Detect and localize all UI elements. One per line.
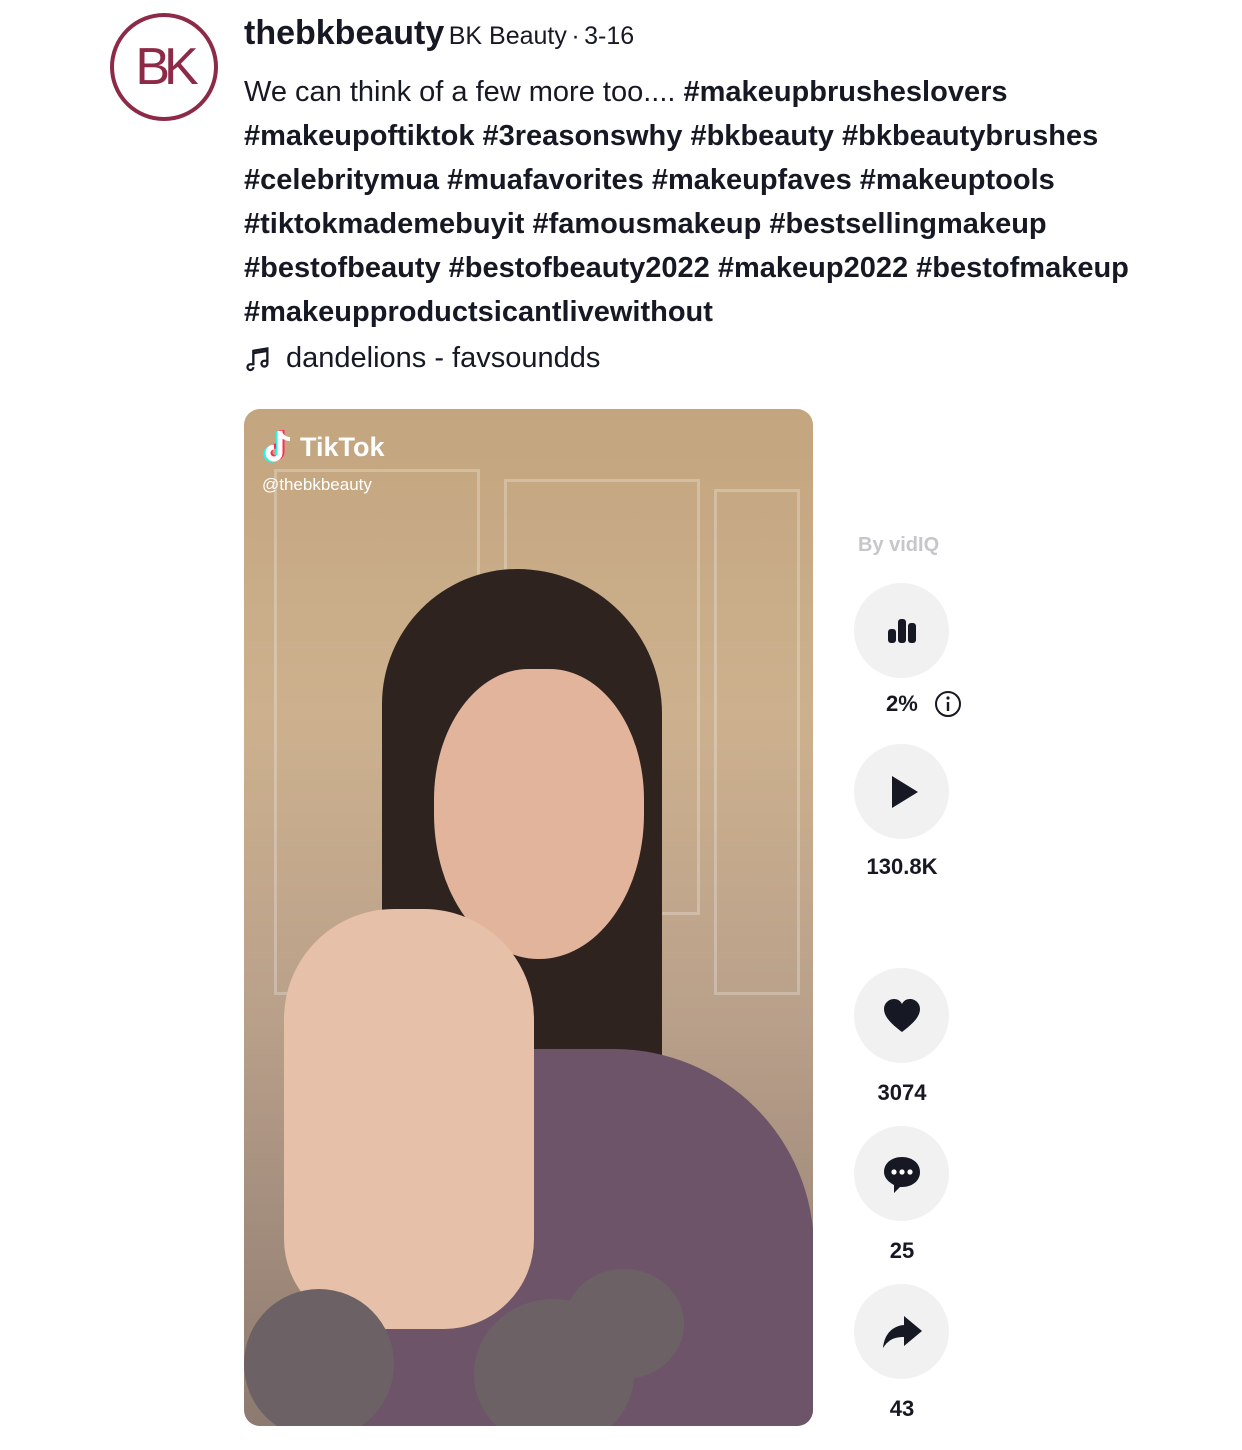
watermark-handle: @thebkbeauty xyxy=(262,475,372,494)
music-link[interactable]: dandelions - favsoundds xyxy=(244,342,600,375)
like-button[interactable] xyxy=(854,968,949,1063)
hashtag-link[interactable]: #tiktokmademebuyit xyxy=(244,208,524,240)
share-arrow-icon xyxy=(882,1315,922,1348)
play-count: 130.8K xyxy=(866,854,938,879)
video-subject-face xyxy=(434,669,644,959)
hashtag-link[interactable]: #makeupproductsicantlivewithout xyxy=(244,296,713,328)
heart-icon xyxy=(883,998,920,1032)
hashtag-link[interactable]: #makeup2022 xyxy=(718,252,908,284)
separator-dot: · xyxy=(571,22,580,50)
watermark-brand: TikTok xyxy=(300,431,385,462)
username-link[interactable]: thebkbeauty xyxy=(244,14,444,52)
play-count-button[interactable] xyxy=(854,744,949,839)
bar-chart-icon xyxy=(887,618,916,643)
hashtag-link[interactable]: #bkbeauty xyxy=(690,120,833,152)
makeup-brush xyxy=(244,1289,394,1426)
stats-button[interactable] xyxy=(854,583,949,678)
share-count: 43 xyxy=(889,1396,915,1421)
hashtag-link[interactable]: #bestofbeauty xyxy=(244,252,441,284)
caption-text: We can think of a few more too.... xyxy=(244,76,676,108)
avatar[interactable]: BK xyxy=(110,13,218,121)
post-caption: We can think of a few more too.... #make… xyxy=(244,70,1214,334)
comment-button[interactable] xyxy=(854,1126,949,1221)
hashtag-link[interactable]: #3reasonswhy xyxy=(483,120,683,152)
avatar-logo-text: BK xyxy=(135,38,198,96)
nickname: BK Beauty xyxy=(448,22,567,50)
comment-icon xyxy=(883,1156,920,1193)
hashtag-link[interactable]: #makeupoftiktok xyxy=(244,120,474,152)
play-icon xyxy=(891,775,918,808)
hashtag-link[interactable]: #makeuptools xyxy=(860,164,1055,196)
wall-panel xyxy=(714,489,800,995)
hashtag-link[interactable]: #makeupfaves xyxy=(652,164,852,196)
music-note-icon xyxy=(246,346,269,371)
music-label: dandelions - favsoundds xyxy=(286,342,601,374)
hashtag-link[interactable]: #bestofbeauty2022 xyxy=(449,252,710,284)
hashtag-link[interactable]: #bestsellingmakeup xyxy=(769,208,1046,240)
video-player[interactable]: TikTok @thebkbeauty xyxy=(244,409,813,1426)
hashtag-link[interactable]: #famousmakeup xyxy=(532,208,761,240)
post-date: 3-16 xyxy=(584,22,635,50)
info-icon[interactable] xyxy=(934,690,962,718)
tiktok-watermark: TikTok @thebkbeauty xyxy=(262,427,385,495)
engagement-rate: 2% xyxy=(886,690,962,718)
vidiq-label: By vidIQ xyxy=(858,534,940,556)
hashtag-link[interactable]: #makeupbrusheslovers xyxy=(684,76,1008,108)
like-count: 3074 xyxy=(877,1080,927,1105)
hashtag-list: #makeupbrusheslovers #makeupoftiktok #3r… xyxy=(244,76,1129,328)
hashtag-link[interactable]: #bestofmakeup xyxy=(916,252,1129,284)
hashtag-link[interactable]: #muafavorites xyxy=(447,164,644,196)
tiktok-logo-icon xyxy=(263,430,291,463)
post-header: thebkbeauty BK Beauty · 3-16 xyxy=(244,14,634,53)
video-subject-hand xyxy=(284,909,534,1329)
hashtag-link[interactable]: #celebritymua xyxy=(244,164,439,196)
engagement-rate-value: 2% xyxy=(886,691,918,716)
share-button[interactable] xyxy=(854,1284,949,1379)
makeup-brush xyxy=(564,1269,684,1379)
comment-count: 25 xyxy=(889,1238,915,1263)
hashtag-link[interactable]: #bkbeautybrushes xyxy=(842,120,1098,152)
